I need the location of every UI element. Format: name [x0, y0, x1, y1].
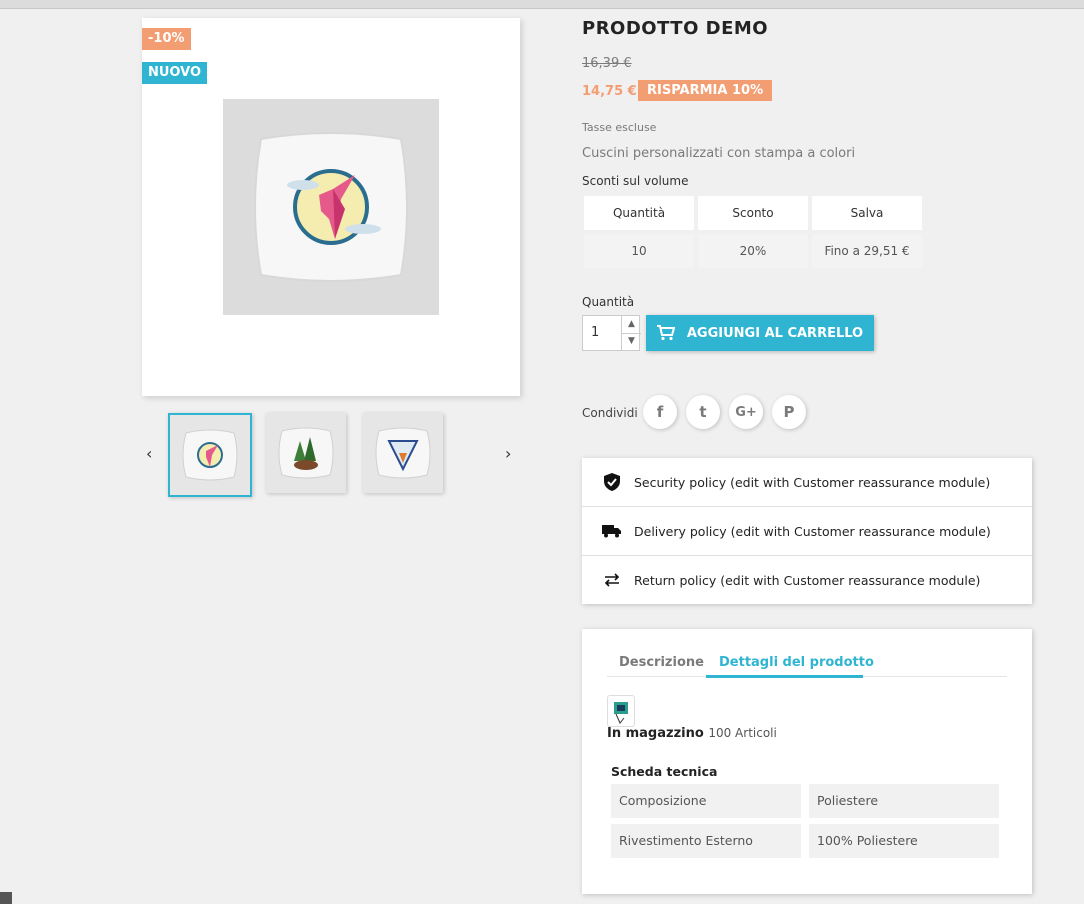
product-cover-image[interactable]: [223, 99, 439, 315]
reassurance-item: Delivery policy (edit with Customer reas…: [582, 507, 1032, 556]
new-flag: NUOVO: [142, 62, 208, 84]
thumbnail-1[interactable]: [168, 413, 252, 497]
quantity-label: Quantità: [582, 295, 635, 309]
hummingbird-pillow-icon: [254, 132, 408, 282]
sheet-value-cell: 100% Poliestere: [809, 824, 999, 858]
reassurance-block: Security policy (edit with Customer reas…: [582, 458, 1032, 604]
reassurance-text: Security policy (edit with Customer reas…: [634, 474, 991, 490]
add-to-cart-label: AGGIUNGI AL CARRELLO: [686, 325, 864, 341]
sheet-name-cell: Rivestimento Esterno: [611, 824, 801, 858]
sheet-value-cell: Poliestere: [809, 784, 999, 818]
chevron-left-icon[interactable]: ‹: [146, 444, 152, 463]
tab-description[interactable]: Descrizione: [619, 655, 704, 670]
column-header: Sconto: [698, 196, 808, 230]
corner-marker: [0, 892, 12, 904]
truck-icon: [602, 524, 622, 538]
volume-discounts-title: Sconti sul volume: [582, 174, 689, 188]
google-plus-icon[interactable]: G+: [729, 395, 763, 429]
active-tab-indicator: [706, 675, 863, 678]
swap-arrows-icon: [602, 573, 622, 587]
reassurance-text: Delivery policy (edit with Customer reas…: [634, 523, 991, 539]
tab-product-details[interactable]: Dettagli del prodotto: [719, 655, 874, 670]
thumbnail-2[interactable]: [266, 413, 346, 493]
regular-price: 16,39 €: [582, 56, 632, 71]
short-description: Cuscini personalizzati con stampa a colo…: [582, 146, 856, 161]
table-header-row: Quantità Sconto Salva: [584, 196, 922, 230]
fox-triangle-pillow-icon: [375, 427, 431, 479]
product-title: PRODOTTO DEMO: [582, 18, 769, 39]
stock-count: 100 Articoli: [708, 726, 777, 740]
twitter-icon[interactable]: t: [686, 395, 720, 429]
discount-flag: -10%: [142, 28, 191, 50]
pinterest-icon[interactable]: P: [772, 395, 806, 429]
reassurance-item: Return policy (edit with Customer reassu…: [582, 556, 1032, 604]
stock-icon: [607, 695, 635, 727]
chevron-right-icon[interactable]: ›: [505, 444, 511, 463]
bear-forest-pillow-icon: [278, 427, 334, 479]
decrement-icon[interactable]: ▼: [621, 333, 641, 350]
facebook-icon[interactable]: f: [643, 395, 677, 429]
quantity-stepper[interactable]: 1 ▲ ▼: [582, 315, 641, 351]
tax-note: Tasse escluse: [582, 121, 657, 134]
column-header: Salva: [812, 196, 922, 230]
stock-status: In magazzino 100 Articoli: [607, 726, 777, 741]
stock-label: In magazzino: [607, 726, 704, 741]
current-price: 14,75 €: [582, 84, 637, 99]
quantity-input[interactable]: 1: [591, 325, 621, 340]
add-to-cart-button[interactable]: AGGIUNGI AL CARRELLO: [646, 315, 874, 351]
discount-badge: RISPARMIA 10%: [638, 80, 773, 101]
reassurance-item: Security policy (edit with Customer reas…: [582, 458, 1032, 507]
table-row: 10 20% Fino a 29,51 €: [584, 234, 922, 268]
table-cell: Fino a 29,51 €: [812, 234, 922, 268]
column-header: Quantità: [584, 196, 694, 230]
sheet-name-cell: Composizione: [611, 784, 801, 818]
table-cell: 10: [584, 234, 694, 268]
share-label: Condividi: [582, 406, 638, 420]
reassurance-text: Return policy (edit with Customer reassu…: [634, 572, 981, 588]
data-sheet-title: Scheda tecnica: [611, 764, 718, 779]
shield-icon: [602, 473, 622, 491]
cart-icon: [656, 325, 675, 341]
table-cell: 20%: [698, 234, 808, 268]
volume-discounts-table: Quantità Sconto Salva 10 20% Fino a 29,5…: [580, 192, 926, 272]
thumbnail-3[interactable]: [363, 413, 443, 493]
hummingbird-pillow-icon: [182, 429, 238, 481]
product-tabs-card: Descrizione Dettagli del prodotto In mag…: [582, 629, 1032, 894]
browser-top-bar: [0, 0, 1084, 9]
increment-icon[interactable]: ▲: [621, 316, 641, 334]
